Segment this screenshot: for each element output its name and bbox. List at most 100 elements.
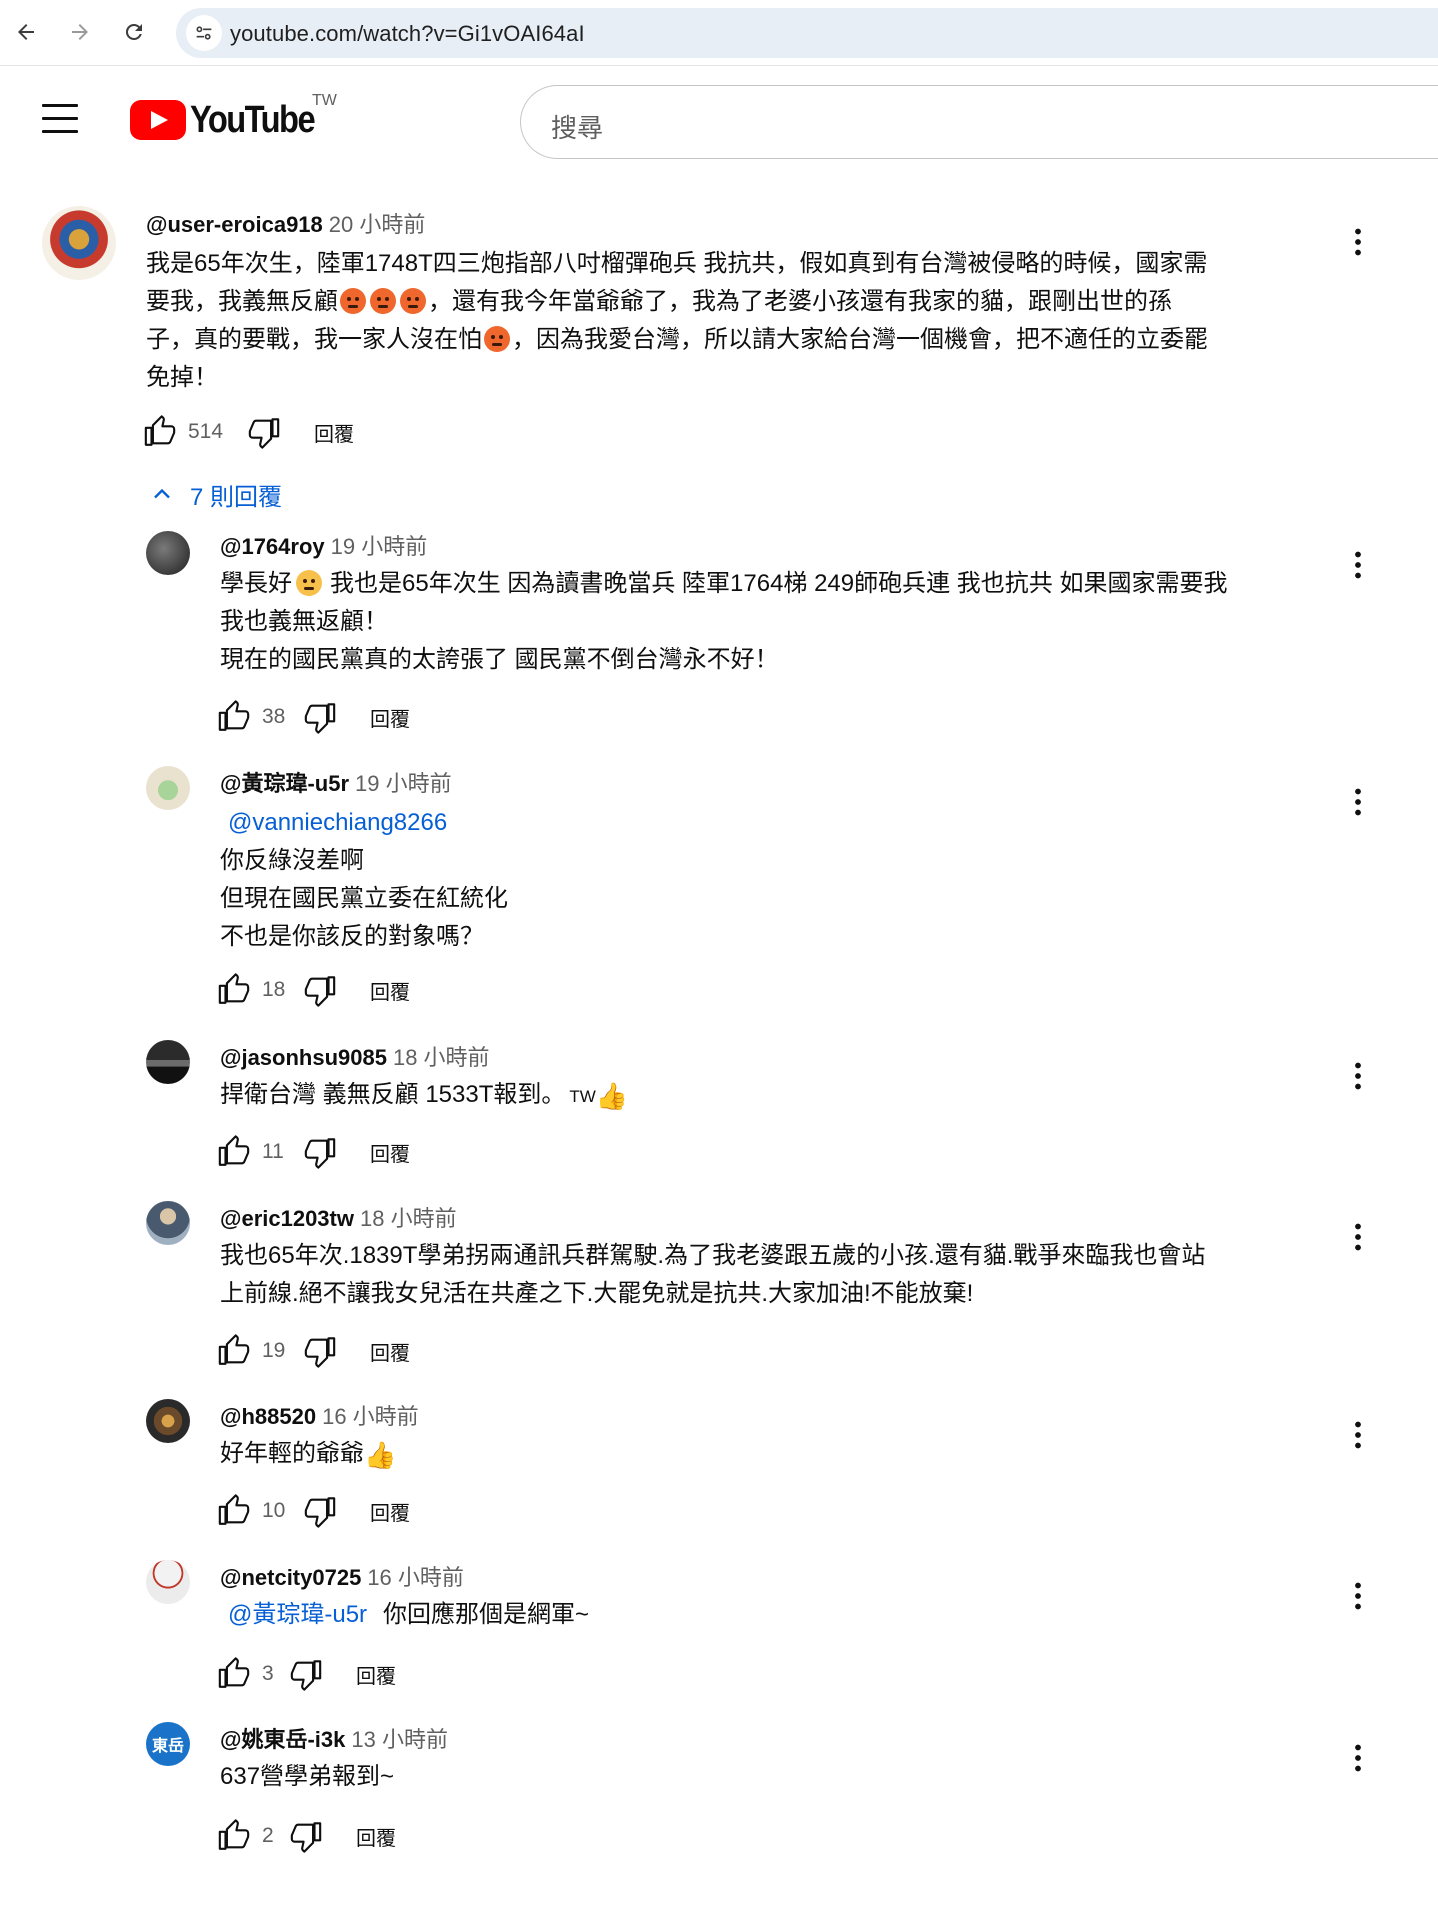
thumb-up-icon [218,1494,250,1525]
more-vert-icon[interactable] [1340,1576,1376,1616]
reply-author[interactable]: @netcity0725 [220,1565,361,1590]
like-count: 38 [262,705,286,728]
dislike-button[interactable] [286,1654,326,1694]
reply-line: 637營學弟報到~ [220,1763,395,1790]
reply-body: @vanniechiang8266 你反綠沒差啊 但現在國民黨立委在紅統化 不也… [220,804,508,956]
reply-button[interactable]: 回覆 [356,1660,396,1689]
reply-time[interactable]: 13 小時前 [351,1727,448,1752]
url-text[interactable]: youtube.com/watch?v=Gi1vOAI64aI [230,21,585,47]
mention-link[interactable]: @黃琮瑋-u5r [228,1601,367,1628]
reply-button[interactable]: 回覆 [370,1337,410,1366]
reply-actions: 18 回覆 [214,970,410,1010]
thumb-down-icon [290,1660,322,1691]
reply-button[interactable]: 回覆 [370,1138,410,1167]
reload-button[interactable] [116,14,152,50]
like-button[interactable] [214,1816,254,1856]
like-button[interactable] [214,1132,254,1172]
region-code: TW [312,92,337,109]
avatar[interactable]: 東岳 [146,1722,190,1766]
like-button[interactable] [214,1654,254,1694]
logo-text: YouTube [190,98,316,141]
reply-button[interactable]: 回覆 [370,703,410,732]
dislike-button[interactable] [300,1331,340,1371]
search-input[interactable]: 搜尋 [520,85,1438,159]
reply-body: @黃琮瑋-u5r 你回應那個是網軍~ [220,1596,589,1634]
like-count: 10 [262,1499,286,1522]
reply-time[interactable]: 16 小時前 [322,1404,419,1429]
reply-body: 637營學弟報到~ [220,1758,394,1796]
angry-face-emoji [340,288,366,314]
reply-author[interactable]: @黃琮瑋-u5r [220,771,349,796]
forward-button[interactable] [62,14,98,50]
like-button[interactable] [214,1331,254,1371]
reply-time[interactable]: 18 小時前 [393,1045,490,1070]
reply-button[interactable]: 回覆 [370,1497,410,1526]
like-button[interactable] [214,1491,254,1531]
arrow-right-icon [72,24,88,40]
avatar[interactable] [42,206,116,280]
reply-time[interactable]: 16 小時前 [367,1565,464,1590]
avatar[interactable] [146,1040,190,1084]
reply-actions: 38 回覆 [214,697,410,737]
reply-line: 現在的國民黨真的太誇張了 國民黨不倒台灣永不好！ [220,646,779,673]
more-vert-icon[interactable] [1340,1415,1376,1455]
more-vert-icon[interactable] [1340,1217,1376,1257]
back-button[interactable] [8,14,44,50]
mention-link[interactable]: @vanniechiang8266 [228,809,447,836]
like-button[interactable] [214,970,254,1010]
dislike-button[interactable] [286,1816,326,1856]
reply-actions: 3 回覆 [214,1654,396,1694]
reply-actions: 10 回覆 [214,1491,410,1531]
reply-body: 學長好 我也是65年次生 因為讀書晚當兵 陸軍1764梯 249師砲兵連 我也抗共… [220,565,1227,679]
avatar[interactable] [146,766,190,810]
search-placeholder: 搜尋 [551,113,604,143]
reply-actions: 2 回覆 [214,1816,396,1856]
avatar[interactable] [146,1399,190,1443]
more-vert-icon[interactable] [1340,222,1376,262]
reply-author[interactable]: @姚東岳-i3k [220,1727,345,1752]
dislike-button[interactable] [300,697,340,737]
reply-author[interactable]: @1764roy [220,534,325,559]
address-bar[interactable]: youtube.com/watch?v=Gi1vOAI64aI [176,8,1438,58]
reply-line: 學長好 [220,570,292,597]
dislike-button[interactable] [300,1132,340,1172]
thumb-down-icon [304,703,336,734]
reply-time[interactable]: 19 小時前 [331,534,428,559]
comment-time[interactable]: 20 小時前 [329,212,426,237]
replies-toggle[interactable]: 7 則回覆 [148,474,282,514]
youtube-header: YouTube TW 搜尋 [0,66,1438,176]
reply-author[interactable]: @jasonhsu9085 [220,1045,387,1070]
reply-button[interactable]: 回覆 [370,976,410,1005]
avatar[interactable] [146,1201,190,1245]
thumb-up-icon [218,1819,250,1850]
angry-face-emoji [370,288,396,314]
reply-button[interactable]: 回覆 [314,418,354,447]
hamburger-icon[interactable] [42,104,78,134]
dislike-button[interactable] [244,412,284,452]
like-count: 2 [262,1824,274,1847]
like-count: 11 [262,1140,284,1163]
more-vert-icon[interactable] [1340,545,1376,585]
youtube-logo[interactable]: YouTube [130,98,334,141]
like-button[interactable] [140,412,180,452]
reply-button[interactable]: 回覆 [356,1822,396,1851]
reply-actions: 19 回覆 [214,1331,410,1371]
reply-body: 捍衛台灣 義無反顧 1533T報到。 TW👍 [220,1076,628,1116]
like-button[interactable] [214,697,254,737]
reload-icon [125,23,142,40]
thumb-up-icon [144,415,176,446]
avatar[interactable] [146,531,190,575]
reply-time[interactable]: 19 小時前 [355,771,452,796]
reply-author[interactable]: @h88520 [220,1404,316,1429]
comment-author[interactable]: @user-eroica918 [146,212,323,237]
reply-author[interactable]: @eric1203tw [220,1206,354,1231]
reply-time[interactable]: 18 小時前 [360,1206,457,1231]
more-vert-icon[interactable] [1340,1056,1376,1096]
site-info-button[interactable] [186,15,222,51]
more-vert-icon[interactable] [1340,782,1376,822]
more-vert-icon[interactable] [1340,1738,1376,1778]
avatar[interactable] [146,1560,190,1604]
dislike-button[interactable] [300,970,340,1010]
like-count: 19 [262,1339,286,1362]
dislike-button[interactable] [300,1491,340,1531]
